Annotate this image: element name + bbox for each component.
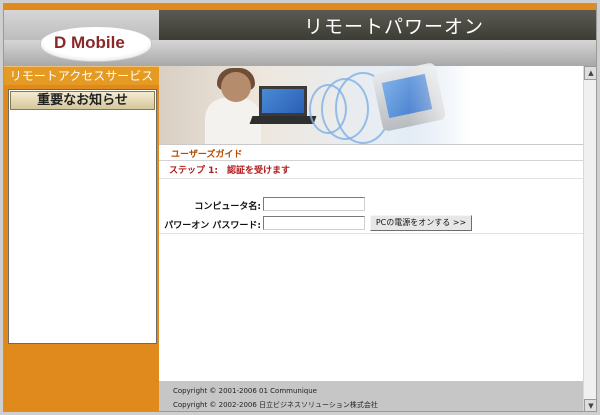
scroll-up-icon[interactable]: ▲ — [584, 66, 596, 80]
divider — [159, 233, 583, 234]
browser-frame: リモートパワーオン D Mobile リモートアクセスサービス 重要なお知らせ … — [3, 3, 597, 412]
hero-fade — [409, 66, 583, 144]
divider — [159, 144, 583, 145]
footer: Copyright © 2001-2006 01 Communique Copy… — [159, 381, 583, 411]
hero-banner-image — [159, 61, 583, 144]
person-face — [221, 72, 251, 102]
computer-name-label: コンピュータ名: — [194, 202, 261, 212]
users-guide-link[interactable]: ユーザーズガイド — [171, 147, 242, 160]
vertical-scrollbar[interactable]: ▲ ▼ — [583, 66, 596, 411]
power-on-button[interactable]: PCの電源をオンする >> — [370, 215, 472, 231]
power-on-password-label: パワーオン パスワード: — [164, 221, 261, 231]
notice-title: 重要なお知らせ — [10, 91, 155, 110]
copyright-line-2: Copyright © 2002-2006 日立ビジネスソリューション株式会社 — [173, 401, 378, 409]
page-title: リモートパワーオン — [304, 16, 485, 38]
page-header: リモートパワーオン D Mobile — [4, 4, 596, 66]
divider — [159, 178, 583, 179]
main-panel: ユーザーズガイド ステップ 1: 認証を受けます コンピュータ名: パワーオン … — [159, 144, 583, 411]
divider — [159, 160, 583, 161]
power-on-password-input[interactable] — [263, 216, 365, 230]
notice-panel: 重要なお知らせ — [8, 89, 157, 344]
step-heading: ステップ 1: 認証を受けます — [169, 166, 290, 176]
service-title: リモートアクセスサービス — [4, 66, 159, 86]
laptop-icon — [259, 86, 307, 116]
computer-name-input[interactable] — [263, 197, 365, 211]
laptop-base — [249, 116, 317, 124]
copyright-line-1: Copyright © 2001-2006 01 Communique — [173, 387, 317, 395]
sidebar: リモートアクセスサービス 重要なお知らせ — [4, 66, 159, 411]
scroll-down-icon[interactable]: ▼ — [584, 399, 596, 411]
sidebar-body: 重要なお知らせ — [4, 85, 159, 411]
logo-text: D Mobile — [54, 33, 125, 52]
